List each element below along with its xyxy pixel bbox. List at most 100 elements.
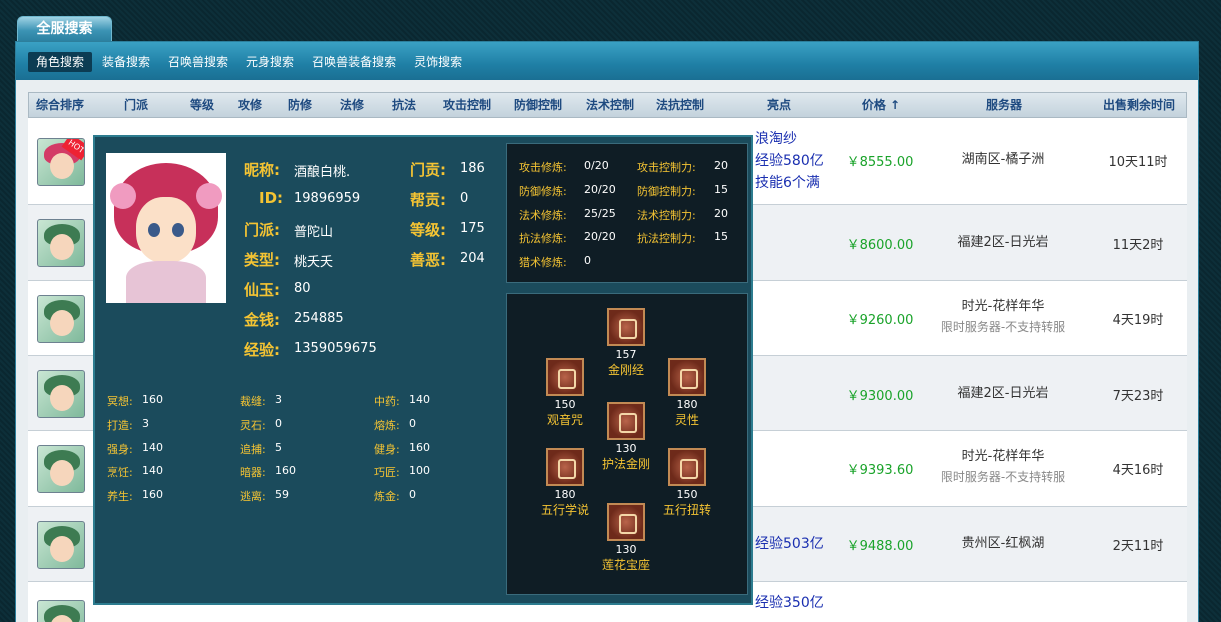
col-def-cult[interactable]: 防修 <box>277 93 323 117</box>
life-skill-value: 0 <box>409 488 416 501</box>
money-label: 金钱: <box>244 311 280 329</box>
tab-pet-equipment-search[interactable]: 召唤兽装备搜索 <box>304 52 404 72</box>
price: ￥9260.00 <box>846 313 914 328</box>
life-skill-label: 灵石: <box>240 419 266 432</box>
life-skill-label: 裁缝: <box>240 395 266 408</box>
avatar[interactable] <box>37 521 85 569</box>
cultivation-label: 防御修炼: <box>519 185 567 198</box>
server: 时光-花样年华 限时服务器-不支持转服 <box>940 299 1066 334</box>
highlight-text: 经验350亿 <box>755 595 824 611</box>
remain-time: 4天16时 <box>1112 463 1164 478</box>
life-skill-label: 巧匠: <box>374 466 400 479</box>
cultivation-label: 攻击修炼: <box>519 161 567 174</box>
control-label: 攻击控制力: <box>637 161 696 174</box>
skill-jingang-jing: 157 金刚经 <box>596 308 656 378</box>
price: ￥8600.00 <box>846 238 914 253</box>
exp-value: 1359059675 <box>294 341 377 356</box>
global-search-tab[interactable]: 全服搜索 <box>17 16 112 42</box>
skill-icon <box>546 448 584 486</box>
cultivation-label: 法术修炼: <box>519 209 567 222</box>
skill-icon <box>668 358 706 396</box>
avatar[interactable] <box>37 370 85 418</box>
exp-label: 经验: <box>244 341 280 359</box>
col-remain-time[interactable]: 出售剩余时间 <box>1091 93 1187 117</box>
avatar[interactable] <box>37 295 85 343</box>
life-skill-value: 59 <box>275 488 289 501</box>
karma-label: 善恶: <box>410 251 446 269</box>
life-skill-value: 3 <box>142 417 149 430</box>
tab-ornament-search[interactable]: 灵饰搜索 <box>406 52 470 72</box>
col-school: 门派 <box>123 98 148 112</box>
jade-value: 80 <box>294 281 311 296</box>
life-skill-value: 140 <box>142 464 163 477</box>
avatar[interactable] <box>37 445 85 493</box>
cultivation-value: 0/20 <box>584 159 609 172</box>
guild-contrib-value: 0 <box>460 191 469 206</box>
type-label: 类型: <box>244 251 280 269</box>
server: 湖南区-橘子洲 <box>961 152 1045 167</box>
remain-time: 4天19时 <box>1112 313 1164 328</box>
cultivation-label: 猎术修炼: <box>519 256 567 269</box>
col-res-cult[interactable]: 抗法 <box>381 93 427 117</box>
col-def-ctrl[interactable]: 防御控制 <box>505 93 571 117</box>
life-skill-value: 5 <box>275 441 282 454</box>
col-price[interactable]: 价格 ↑ <box>841 93 921 117</box>
avatar[interactable] <box>37 600 85 622</box>
avatar[interactable]: HOT <box>37 138 85 186</box>
table-header: 综合排序 门派 等级 攻修 防修 法修 抗法 攻击控制 防御控制 法术控制 法抗… <box>28 92 1187 118</box>
skill-icon <box>607 402 645 440</box>
life-skill-label: 冥想: <box>107 395 133 408</box>
tab-equipment-search[interactable]: 装备搜索 <box>94 52 158 72</box>
school-value: 普陀山 <box>294 225 334 240</box>
price: ￥9488.00 <box>846 539 914 554</box>
life-skill-value: 100 <box>409 464 430 477</box>
cultivation-value: 0 <box>584 254 591 267</box>
life-skill-label: 中药: <box>374 395 400 408</box>
price: ￥8555.00 <box>846 155 914 170</box>
control-value: 15 <box>714 183 728 196</box>
col-level[interactable]: 等级 <box>179 93 225 117</box>
col-atk-cult[interactable]: 攻修 <box>227 93 273 117</box>
life-skill-label: 追捕: <box>240 443 266 456</box>
skill-icon <box>546 358 584 396</box>
control-label: 抗法控制力: <box>637 232 696 245</box>
price: ￥9393.60 <box>846 463 914 478</box>
level-label: 等级: <box>410 221 446 239</box>
col-res-ctrl[interactable]: 法抗控制 <box>647 93 713 117</box>
type-value: 桃夭夭 <box>294 255 334 270</box>
skill-lianhua-baozuo: 130 莲花宝座 <box>596 503 656 573</box>
cultivation-box: 攻击修炼: 0/20 防御修炼: 20/20 法术修炼: 25/25 抗法修炼:… <box>506 143 748 283</box>
life-skill-label: 炼金: <box>374 490 400 503</box>
avatar[interactable] <box>37 219 85 267</box>
control-value: 20 <box>714 159 728 172</box>
col-mag-cult[interactable]: 法修 <box>329 93 375 117</box>
id-value: 19896959 <box>294 191 361 206</box>
cultivation-value: 20/20 <box>584 230 616 243</box>
server: 福建2区-日光岩 <box>957 235 1049 250</box>
col-atk-ctrl[interactable]: 攻击控制 <box>434 93 500 117</box>
tab-role-search[interactable]: 角色搜索 <box>28 52 93 72</box>
col-server: 服务器 <box>985 98 1022 112</box>
skill-lingxing: 180 灵性 <box>657 358 717 428</box>
col-highlight: 亮点 <box>766 98 791 112</box>
col-mag-ctrl[interactable]: 法术控制 <box>577 93 643 117</box>
control-label: 法术控制力: <box>637 209 696 222</box>
life-skill-value: 160 <box>142 393 163 406</box>
life-skill-value: 160 <box>409 441 430 454</box>
id-label: ID: <box>259 189 284 207</box>
money-value: 254885 <box>294 311 344 326</box>
jade-label: 仙玉: <box>244 281 280 299</box>
skill-icon <box>668 448 706 486</box>
life-skill-label: 强身: <box>107 443 133 456</box>
col-sort[interactable]: 综合排序 <box>29 93 91 117</box>
nickname-label: 昵称: <box>244 161 280 179</box>
tab-pet-search[interactable]: 召唤兽搜索 <box>160 52 236 72</box>
life-skill-value: 160 <box>275 464 296 477</box>
school-label: 门派: <box>244 221 280 239</box>
life-skill-value: 160 <box>142 488 163 501</box>
school-contrib-label: 门贡: <box>410 161 446 179</box>
skill-wuxing-niuzhuan: 150 五行扭转 <box>657 448 717 518</box>
server: 贵州区-红枫湖 <box>961 536 1045 551</box>
control-value: 15 <box>714 230 728 243</box>
tab-body-search[interactable]: 元身搜索 <box>238 52 302 72</box>
